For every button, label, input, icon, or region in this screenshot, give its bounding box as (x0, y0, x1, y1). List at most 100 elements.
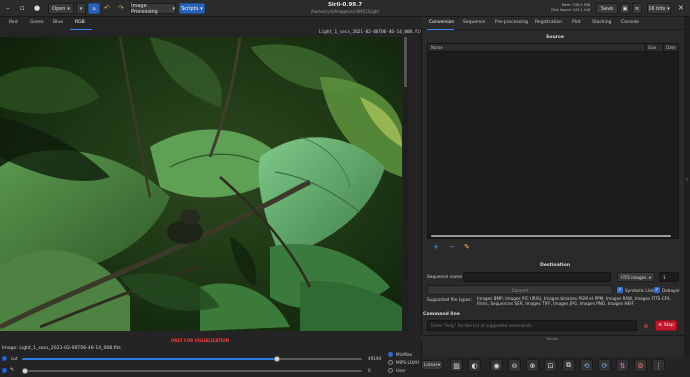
command-line-title: Command line (423, 312, 460, 317)
add-files-icon[interactable]: + (433, 244, 439, 251)
scale-label: Linear (424, 362, 438, 368)
disk-space: Disk Space: 100.1 GiB (551, 8, 590, 12)
tab-rgb[interactable]: RGB (75, 20, 85, 25)
clear-icon: ⊗ (643, 322, 649, 330)
chevron-down-icon: ▾ (667, 5, 670, 12)
symbolic-link-checkbox[interactable]: ✓ Symbolic Link (617, 287, 654, 293)
cut-checkbox[interactable] (2, 356, 7, 361)
zoom-out-icon: ⊖ (511, 361, 518, 370)
low-slider-track[interactable] (22, 370, 362, 372)
low-value: 0 (368, 368, 371, 373)
tab-preprocessing[interactable]: Pre-processing (495, 20, 528, 25)
palette-icon: ◉ (493, 361, 500, 370)
column-divider (663, 44, 664, 52)
menu-button[interactable]: ≡ (632, 3, 642, 14)
mode-minmax[interactable]: MinMax (388, 352, 412, 357)
remove-files-icon[interactable]: − (449, 244, 455, 251)
sequence-name-input[interactable] (463, 272, 611, 282)
rotate-right-button[interactable]: ⟳ (598, 359, 611, 372)
checkbox-checked-icon: ✓ (654, 287, 660, 293)
supported-types-label: Supported file types: (427, 298, 472, 303)
lock-checkbox[interactable] (2, 368, 7, 373)
tab-green[interactable]: Green (30, 20, 44, 25)
mode-user[interactable]: User (388, 368, 406, 373)
tab-conversion[interactable]: Conversion (429, 20, 454, 25)
negative-view-button[interactable]: ◐ (468, 359, 481, 372)
output-format-select[interactable]: FITS images ▾ (617, 272, 655, 282)
low-slider-knob[interactable] (22, 368, 28, 374)
stats-button[interactable]: ⚙ (634, 359, 647, 372)
clear-command-button[interactable]: ⊗ (641, 321, 651, 331)
source-horizontal-scrollbar[interactable] (431, 235, 671, 237)
hamburger-icon: ≡ (634, 5, 640, 12)
debayer-checkbox[interactable]: ✓ Debayer (654, 287, 680, 293)
minimize-icon[interactable]: – (6, 4, 10, 13)
siril-window: – ▫ ● Open ▾ ▾ ⌂ ↶ ↷ Image Processing ▾ … (0, 0, 690, 377)
open-button[interactable]: Open ▾ (48, 3, 74, 14)
save-as-button[interactable]: ▣ (620, 3, 630, 14)
column-size[interactable]: Size (648, 45, 656, 50)
more-tools-button[interactable]: ⋮ (652, 359, 665, 372)
source-file-list[interactable]: Name Size Date (427, 43, 679, 239)
visualization-warning: ONLY FOR VISUALIZATION (171, 338, 229, 343)
stop-button[interactable]: ⊘ Stop (655, 320, 677, 331)
scripts-button[interactable]: Scripts ▾ (179, 3, 205, 14)
rotate-left-button[interactable]: ⟲ (580, 359, 593, 372)
leaf-photo (0, 37, 402, 331)
home-button[interactable]: ⌂ (88, 3, 100, 14)
window-subtitle: /home/cyril/Images/siril/M51/Light (310, 9, 380, 14)
column-date[interactable]: Date (666, 45, 676, 50)
chevron-right-icon[interactable]: › (684, 177, 690, 183)
zoom-in-button[interactable]: ⊕ (526, 359, 539, 372)
zoom-actual-button[interactable]: ⧉ (562, 359, 575, 372)
tab-red[interactable]: Red (9, 20, 18, 25)
chevron-down-icon: ▾ (437, 362, 440, 368)
save-label: Save (600, 5, 614, 12)
panel-toggle-strip[interactable] (684, 17, 690, 357)
tab-console[interactable]: Console (621, 20, 639, 25)
close-dot-icon[interactable]: ● (34, 4, 40, 13)
active-tab-indicator (70, 29, 92, 30)
column-name[interactable]: Name (431, 45, 443, 50)
clear-list-icon[interactable]: ✎ (464, 244, 470, 251)
high-slider-knob[interactable] (274, 356, 280, 362)
debayer-label: Debayer (662, 287, 680, 293)
tab-plot[interactable]: Plot (572, 20, 580, 25)
high-slider-fill (22, 358, 277, 360)
start-index-input[interactable]: 1 (659, 272, 679, 282)
chevron-down-icon: ▾ (67, 5, 70, 12)
tab-blue[interactable]: Blue (53, 20, 63, 25)
status-text: Ready (546, 336, 559, 341)
mirror-icon: ⇅ (619, 361, 626, 370)
mode-mips[interactable]: MIPS-LO/HI (388, 360, 419, 365)
image-processing-button[interactable]: Image Processing ▾ (130, 3, 176, 15)
recent-files-button[interactable]: ▾ (76, 3, 86, 14)
zoom-fit-icon: ⊡ (547, 361, 554, 370)
zoom-fit-button[interactable]: ⊡ (544, 359, 557, 372)
redo-icon[interactable]: ↷ (118, 4, 124, 13)
scale-select[interactable]: Linear ▾ (421, 360, 443, 370)
convert-button[interactable]: Convert (427, 285, 613, 295)
image-canvas[interactable] (0, 37, 402, 331)
radio-icon (388, 368, 393, 373)
command-input[interactable]: Enter "help" for the list of supported c… (427, 320, 637, 331)
undo-icon[interactable]: ↶ (104, 4, 110, 13)
restore-icon[interactable]: ▫ (20, 4, 25, 13)
window-title: Siril-0.99.7 (327, 2, 363, 8)
tab-stacking[interactable]: Stacking (592, 20, 611, 25)
chevron-down-icon: ▾ (648, 274, 651, 280)
mirror-button[interactable]: ⇅ (616, 359, 629, 372)
pencil-icon[interactable]: ✎ (10, 367, 14, 373)
scrollbar-thumb[interactable] (404, 37, 407, 87)
save-button[interactable]: Save (596, 3, 618, 14)
output-format-value: FITS images (621, 274, 647, 280)
window-close-icon[interactable]: ✕ (678, 4, 684, 13)
bit-depth-button[interactable]: 16 bits ▾ (647, 3, 671, 14)
chevron-down-icon: ▾ (200, 5, 203, 12)
zoom-out-button[interactable]: ⊖ (508, 359, 521, 372)
tab-sequence[interactable]: Sequence (463, 20, 485, 25)
bit-depth-label: 16 bits (648, 5, 666, 12)
false-color-button[interactable]: ◉ (490, 359, 503, 372)
histogram-tool-button[interactable]: ▥ (450, 359, 463, 372)
tab-registration[interactable]: Registration (535, 20, 562, 25)
